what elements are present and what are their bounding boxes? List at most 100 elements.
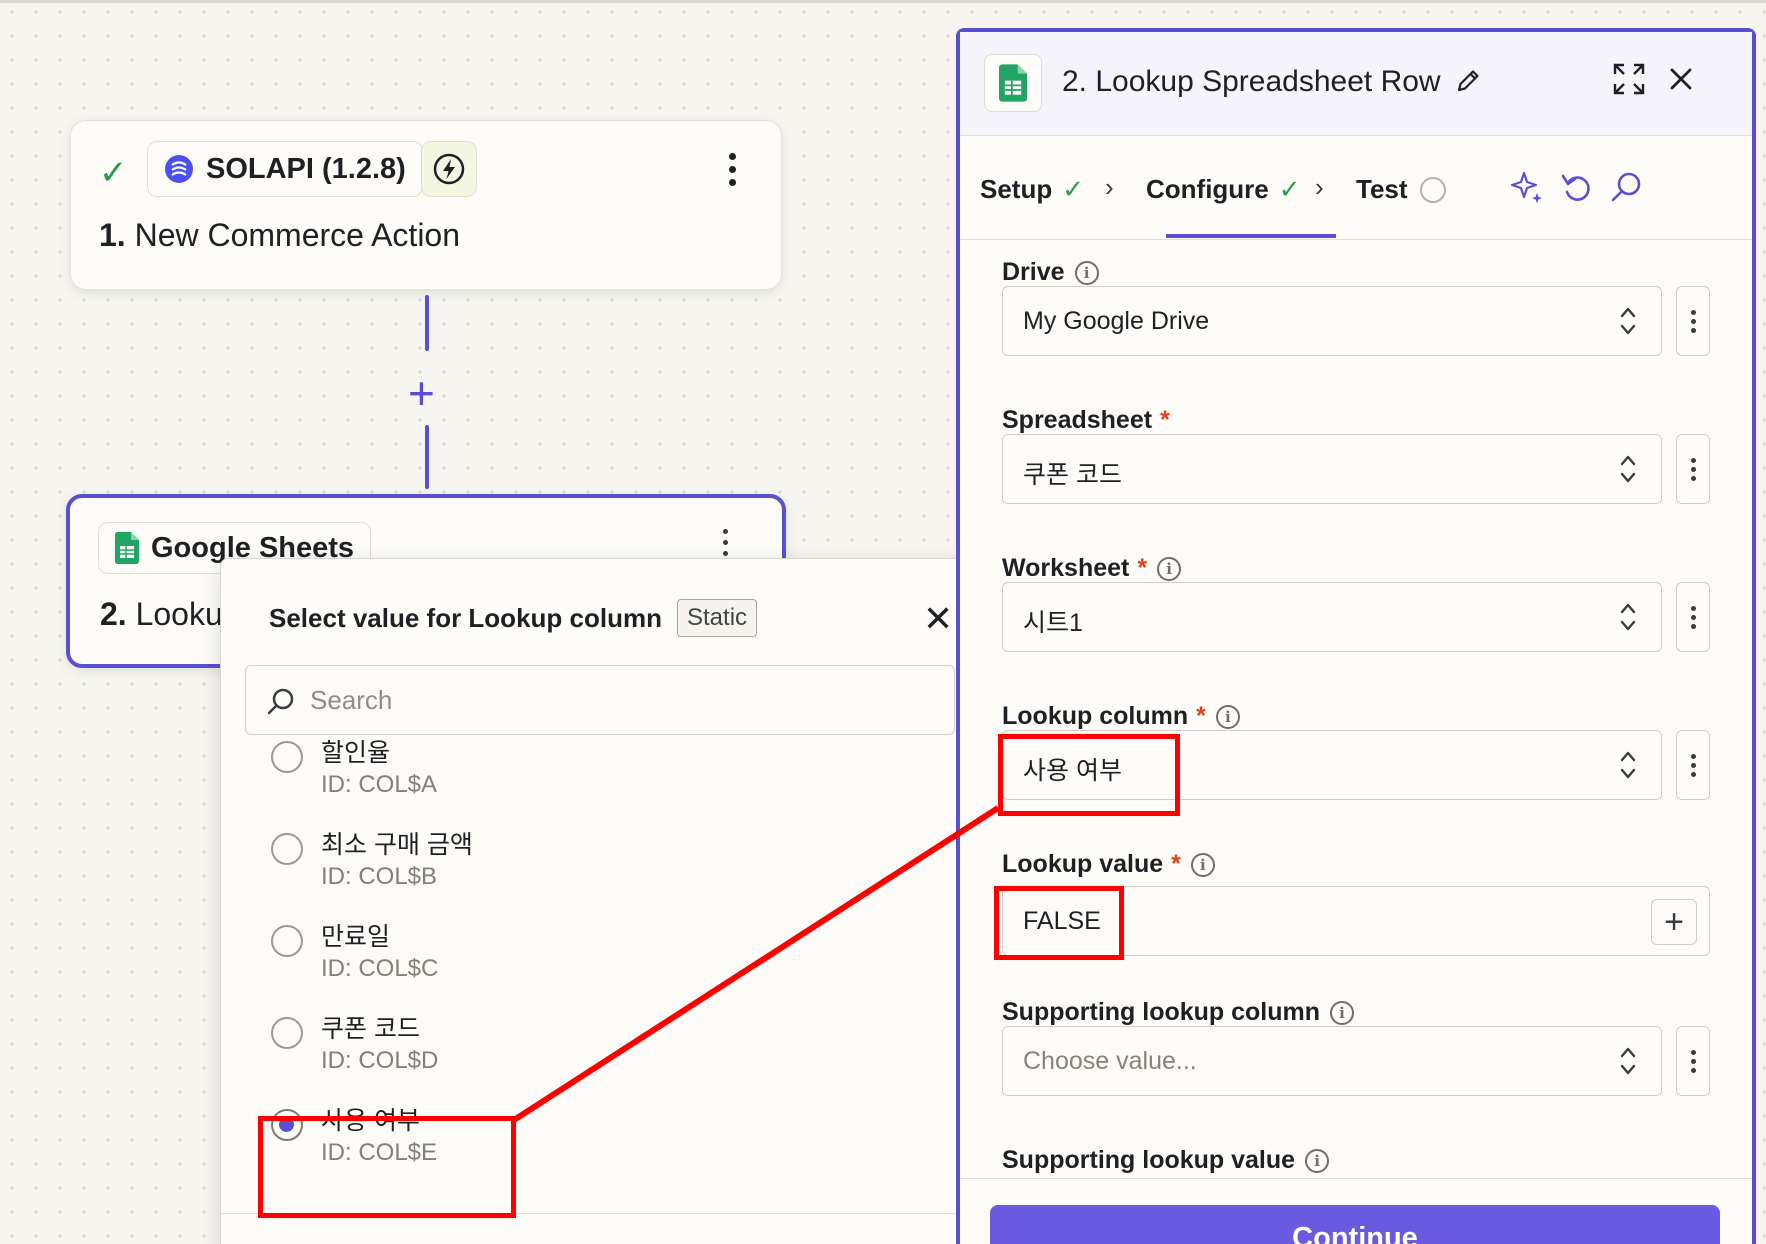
drive-options-button[interactable]: [1676, 286, 1710, 356]
info-icon[interactable]: i: [1190, 852, 1215, 877]
radio-button[interactable]: [271, 741, 303, 773]
select-value: 쿠폰 코드: [1023, 461, 1122, 489]
radio-button-selected[interactable]: [271, 1109, 303, 1141]
info-icon[interactable]: i: [1305, 1148, 1330, 1173]
status-circle-icon: [1419, 177, 1446, 203]
option-id: ID: COL$C: [321, 955, 439, 982]
step-tabs: Setup ✓ › Configure ✓ › Test: [960, 136, 1752, 240]
option-label: 할인율: [321, 739, 391, 767]
option-item[interactable]: 쿠폰 코드 ID: COL$D: [271, 1005, 911, 1085]
popover-divider: [221, 1213, 979, 1214]
supporting-column-options-button[interactable]: [1676, 1026, 1710, 1096]
search-icon: [267, 688, 294, 715]
top-border: [0, 0, 1766, 3]
check-icon: ✓: [1062, 174, 1085, 204]
option-label: 최소 구매 금액: [321, 831, 473, 859]
supporting-column-select[interactable]: Choose value...: [1002, 1026, 1662, 1096]
close-icon[interactable]: ✕: [923, 601, 953, 637]
active-tab-indicator: [1166, 234, 1336, 238]
connector-line: [425, 425, 429, 489]
lookup-column-select[interactable]: 사용 여부: [1002, 730, 1662, 800]
chevron-up-down-icon: [1620, 603, 1636, 631]
bolt-icon: [433, 153, 465, 185]
step-menu-button[interactable]: [717, 147, 747, 191]
chevron-up-down-icon: [1620, 307, 1636, 335]
field-label-drive: Drive i: [1002, 258, 1099, 287]
chevron-right-icon: ›: [1105, 172, 1114, 202]
check-icon: ✓: [1278, 174, 1301, 204]
option-item[interactable]: 만료일 ID: COL$C: [271, 913, 911, 993]
close-icon[interactable]: [1668, 66, 1694, 92]
check-icon: ✓: [99, 154, 128, 192]
select-value: 시트1: [1023, 609, 1083, 637]
option-id: ID: COL$E: [321, 1139, 438, 1166]
google-sheets-icon: [999, 64, 1027, 102]
tab-configure[interactable]: Configure ✓: [1146, 174, 1301, 205]
info-icon[interactable]: i: [1074, 260, 1099, 285]
select-value-popover: Select value for Lookup column Static ✕ …: [220, 558, 980, 1244]
radio-button[interactable]: [271, 833, 303, 865]
panel-footer: Continue: [960, 1178, 1752, 1244]
panel-title: 2. Lookup Spreadsheet Row: [1062, 65, 1481, 99]
option-item[interactable]: 할인율 ID: COL$A: [271, 729, 911, 809]
chevron-right-icon: ›: [1315, 172, 1324, 202]
search-icon[interactable]: [1610, 170, 1644, 204]
add-step-plus-icon[interactable]: +: [408, 370, 435, 416]
expand-icon[interactable]: [1612, 62, 1646, 96]
app-pill-solapi: SOLAPI (1.2.8): [147, 141, 423, 197]
pencil-icon[interactable]: [1455, 68, 1481, 94]
lookup-value-input[interactable]: FALSE +: [1002, 886, 1710, 956]
option-id: ID: COL$D: [321, 1047, 439, 1074]
field-label-supporting-column: Supporting lookup column i: [1002, 998, 1355, 1027]
worksheet-select[interactable]: 시트1: [1002, 582, 1662, 652]
chevron-up-down-icon: [1620, 455, 1636, 483]
step-card-trigger[interactable]: ✓ SOLAPI (1.2.8) 1. New Commerce Action: [70, 120, 782, 290]
panel-header: 2. Lookup Spreadsheet Row: [960, 32, 1752, 136]
connector-line: [425, 295, 429, 351]
radio-button[interactable]: [271, 925, 303, 957]
search-box[interactable]: [245, 665, 955, 735]
info-icon[interactable]: i: [1215, 704, 1240, 729]
chevron-up-down-icon: [1620, 751, 1636, 779]
lookup-column-options-button[interactable]: [1676, 730, 1710, 800]
spreadsheet-select[interactable]: 쿠폰 코드: [1002, 434, 1662, 504]
app-name: SOLAPI (1.2.8): [206, 152, 406, 185]
select-value: 사용 여부: [1023, 757, 1122, 785]
input-value: FALSE: [1023, 907, 1101, 935]
step-config-panel: 2. Lookup Spreadsheet Row Setup ✓ › Confi…: [956, 28, 1756, 1244]
field-label-lookup-value: Lookup value * i: [1002, 850, 1215, 879]
field-label-lookup-column: Lookup column * i: [1002, 702, 1240, 731]
option-label: 쿠폰 코드: [321, 1015, 420, 1043]
select-value: My Google Drive: [1023, 307, 1210, 335]
continue-button[interactable]: Continue: [990, 1205, 1720, 1244]
app-tile: [984, 54, 1042, 112]
option-label: 사용 여부: [321, 1107, 420, 1135]
option-id: ID: COL$A: [321, 771, 438, 798]
step-title: 1. New Commerce Action: [99, 217, 461, 253]
chevron-up-down-icon: [1620, 1047, 1636, 1075]
drive-select[interactable]: My Google Drive: [1002, 286, 1662, 356]
field-label-spreadsheet: Spreadsheet *: [1002, 406, 1170, 434]
google-sheets-icon: [115, 532, 139, 564]
undo-icon[interactable]: [1560, 170, 1594, 204]
sparkle-icon[interactable]: [1510, 170, 1544, 204]
info-icon[interactable]: i: [1330, 1000, 1355, 1025]
static-badge: Static: [677, 599, 758, 637]
insert-data-plus-icon[interactable]: +: [1651, 899, 1697, 945]
field-label-worksheet: Worksheet * i: [1002, 554, 1182, 583]
option-item-selected[interactable]: 사용 여부 ID: COL$E: [271, 1097, 911, 1177]
option-id: ID: COL$B: [321, 863, 438, 890]
field-label-supporting-value: Supporting lookup value i: [1002, 1146, 1330, 1175]
spreadsheet-options-button[interactable]: [1676, 434, 1710, 504]
tab-setup[interactable]: Setup ✓: [980, 174, 1084, 205]
solapi-icon: [165, 155, 193, 183]
popover-title: Select value for Lookup column: [269, 603, 662, 633]
info-icon[interactable]: i: [1157, 556, 1182, 581]
option-label: 만료일: [321, 923, 391, 951]
worksheet-options-button[interactable]: [1676, 582, 1710, 652]
option-item[interactable]: 최소 구매 금액 ID: COL$B: [271, 821, 911, 901]
trigger-bolt-badge: [421, 141, 477, 197]
tab-test[interactable]: Test: [1356, 174, 1446, 205]
radio-button[interactable]: [271, 1017, 303, 1049]
search-input[interactable]: [310, 680, 930, 720]
